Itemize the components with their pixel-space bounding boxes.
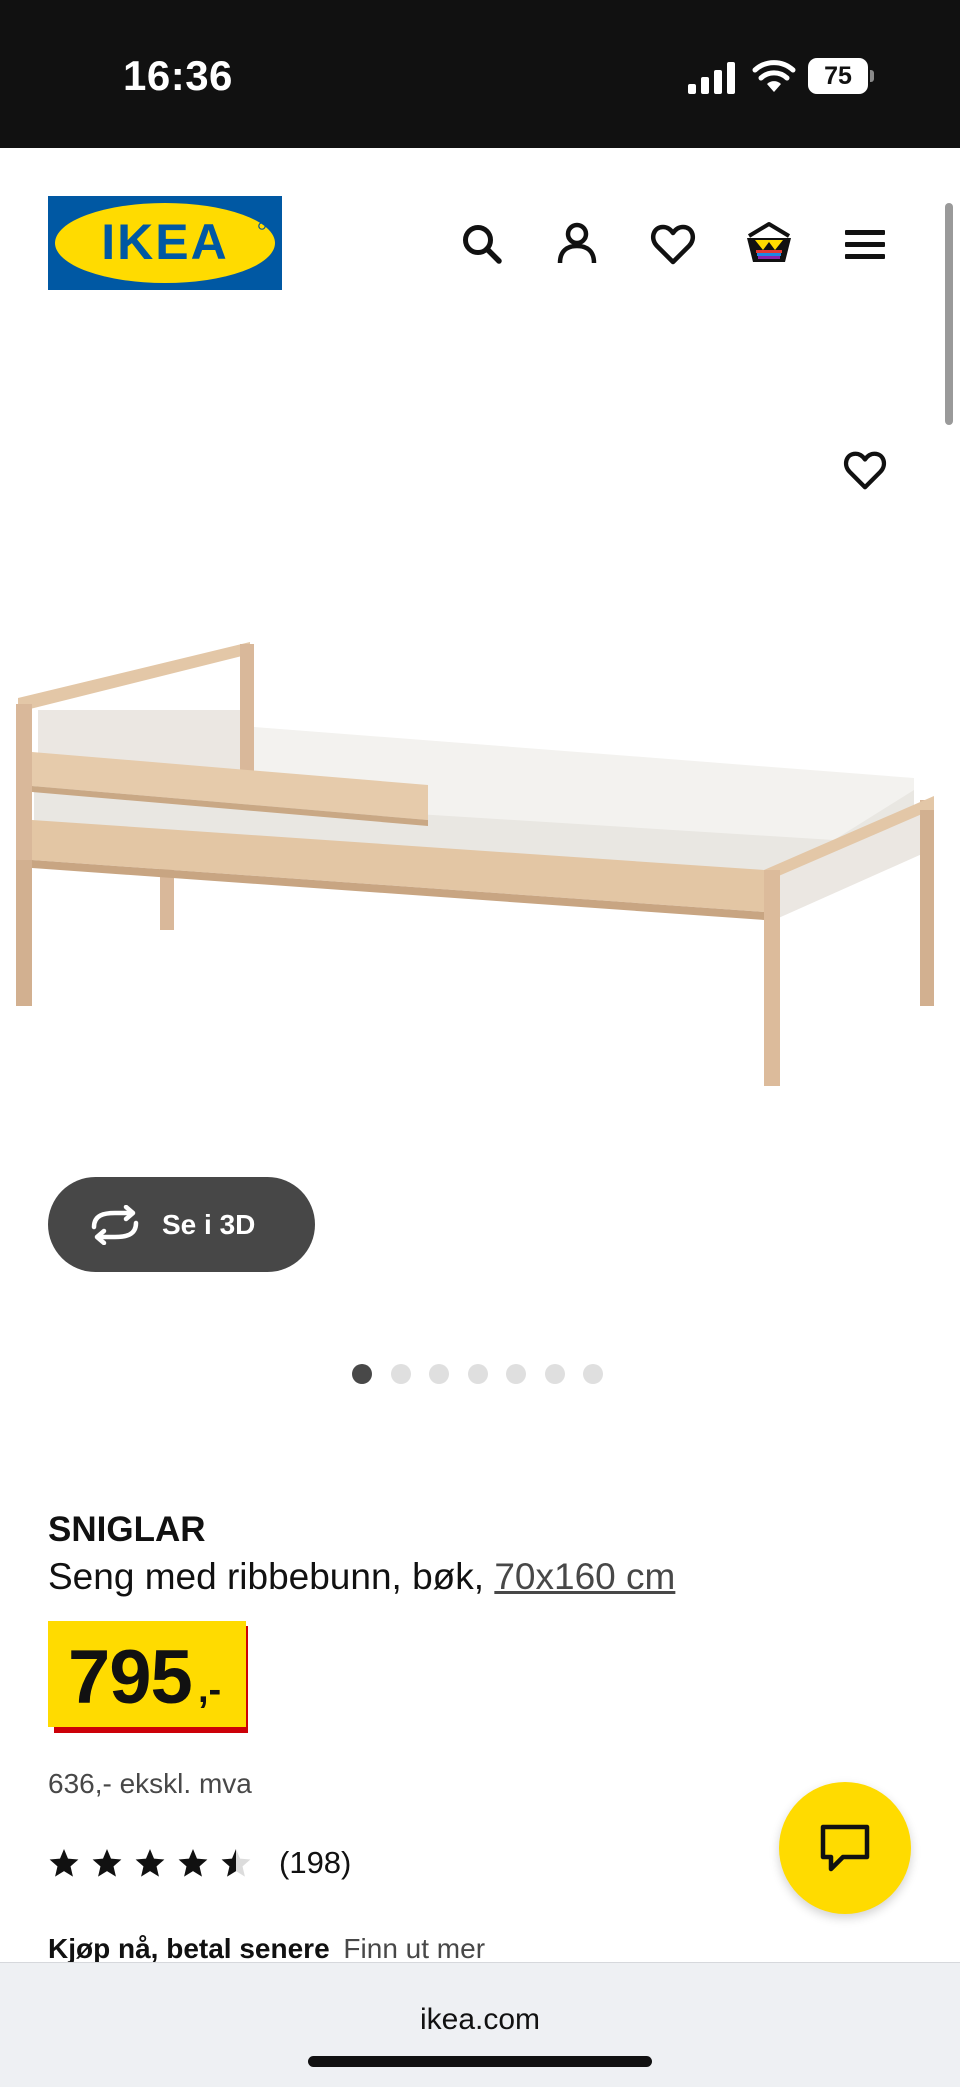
view-in-3d-button[interactable]: Se i 3D: [48, 1177, 315, 1272]
logo-text: IKEA: [101, 214, 228, 270]
price-tag: 795 ,-: [48, 1621, 248, 1733]
review-count[interactable]: (198): [279, 1845, 351, 1881]
star-full-icon: [178, 1849, 208, 1877]
carousel-indicator: [352, 1364, 603, 1384]
ikea-logo[interactable]: IKEA: [48, 196, 282, 290]
product-rating[interactable]: (198): [48, 1843, 351, 1883]
page-scrollbar[interactable]: [945, 203, 953, 425]
cellular-signal-icon: [688, 62, 735, 94]
product-size-link[interactable]: 70x160 cm: [494, 1556, 675, 1597]
price-excluding-vat: 636,- ekskl. mva: [48, 1768, 252, 1799]
account-icon[interactable]: [553, 220, 601, 268]
status-time: 16:36: [123, 52, 233, 99]
home-indicator[interactable]: [308, 2056, 652, 2067]
add-to-favourites-icon[interactable]: [842, 448, 888, 492]
product-name: SNIGLAR: [48, 1510, 206, 1549]
view-in-3d-label: Se i 3D: [162, 1208, 256, 1240]
buy-now-pay-later-label: Kjøp nå, betal senere: [48, 1933, 330, 1964]
carousel-dot-3[interactable]: [429, 1364, 449, 1384]
basket-icon[interactable]: [743, 220, 795, 268]
chat-bubble-icon: [820, 1824, 870, 1872]
menu-icon[interactable]: [841, 220, 889, 268]
carousel-dot-4[interactable]: [467, 1364, 488, 1384]
product-description-text: Seng med ribbebunn, bøk,: [48, 1556, 485, 1597]
carousel-dot-1[interactable]: [352, 1364, 372, 1384]
star-full-icon: [49, 1849, 79, 1877]
product-image-bed[interactable]: [14, 630, 944, 1090]
battery-level: 75: [808, 58, 868, 94]
chat-button[interactable]: [779, 1782, 911, 1914]
search-icon[interactable]: [458, 220, 506, 268]
star-half-icon: [221, 1849, 251, 1877]
site-header: IKEA: [0, 148, 960, 298]
buy-now-pay-later: Kjøp nå, betal senere Finn ut mer: [48, 1933, 485, 1965]
wifi-icon: [752, 60, 796, 92]
learn-more-link[interactable]: Finn ut mer: [343, 1933, 485, 1964]
status-bar: 16:36 75: [0, 0, 960, 148]
star-full-icon: [92, 1849, 122, 1877]
browser-url[interactable]: ikea.com: [0, 2003, 960, 2037]
heart-icon[interactable]: [649, 220, 697, 268]
product-description: Seng med ribbebunn, bøk, 70x160 cm: [48, 1556, 675, 1598]
carousel-dot-7[interactable]: [583, 1364, 603, 1384]
carousel-dot-6[interactable]: [544, 1364, 565, 1384]
browser-address-bar[interactable]: ikea.com: [0, 1962, 960, 2087]
price-integer: 795: [68, 1635, 193, 1720]
star-full-icon: [135, 1849, 165, 1877]
battery-icon: 75: [808, 58, 874, 94]
carousel-dot-2[interactable]: [390, 1364, 411, 1384]
price-suffix: ,-: [198, 1669, 222, 1711]
carousel-dot-5[interactable]: [506, 1364, 526, 1384]
rotate-3d-icon: [91, 1204, 139, 1245]
